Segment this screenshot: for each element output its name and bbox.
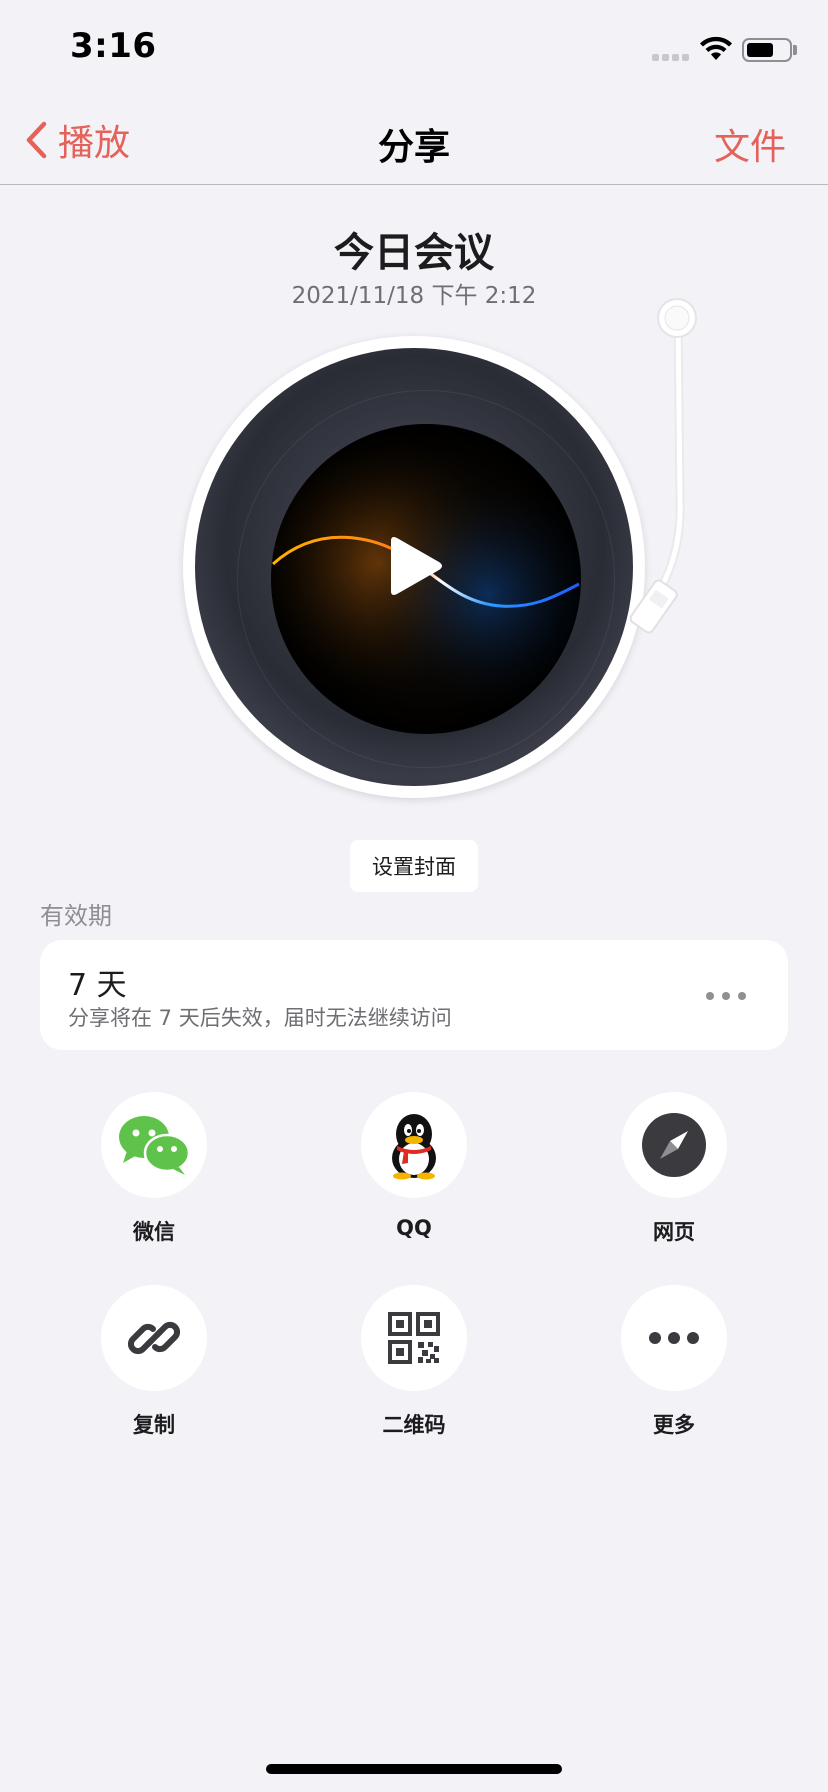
play-icon[interactable] xyxy=(385,535,445,597)
page-title: 分享 xyxy=(377,127,450,168)
share-qq[interactable]: QQ xyxy=(334,1092,494,1252)
battery-cap xyxy=(793,45,797,55)
status-time: 3:16 xyxy=(70,26,157,66)
recording-title: 今日会议 xyxy=(334,230,494,276)
share-label: 二维码 xyxy=(382,1413,446,1437)
link-icon xyxy=(101,1285,207,1391)
more-icon xyxy=(621,1285,727,1391)
compass-icon xyxy=(621,1092,727,1198)
wifi-icon xyxy=(700,36,732,60)
wechat-icon xyxy=(101,1092,207,1198)
expiry-card[interactable]: 7 天 分享将在 7 天后失效，届时无法继续访问 xyxy=(40,940,788,1050)
qq-icon xyxy=(361,1092,467,1198)
share-label: 网页 xyxy=(653,1220,695,1244)
cellular-signal-icon xyxy=(652,54,689,61)
share-label: 微信 xyxy=(133,1220,175,1244)
more-options-icon[interactable] xyxy=(706,992,746,1000)
share-label: 复制 xyxy=(133,1413,175,1437)
share-copy-link[interactable]: 复制 xyxy=(74,1285,234,1445)
expiry-section-label: 有效期 xyxy=(40,902,112,930)
share-label: 更多 xyxy=(653,1413,695,1437)
navigation-bar: 播放 分享 文件 xyxy=(0,96,828,185)
set-cover-button[interactable]: 设置封面 xyxy=(350,840,478,892)
share-label: QQ xyxy=(396,1216,432,1240)
battery-icon xyxy=(742,38,792,62)
qr-code-icon xyxy=(361,1285,467,1391)
files-button[interactable]: 文件 xyxy=(714,118,786,170)
share-wechat[interactable]: 微信 xyxy=(74,1092,234,1252)
expiry-value: 7 天 xyxy=(68,968,127,1003)
tonearm-icon xyxy=(629,298,697,634)
share-qr-code[interactable]: 二维码 xyxy=(334,1285,494,1445)
home-indicator[interactable] xyxy=(266,1764,562,1774)
expiry-description: 分享将在 7 天后失效，届时无法继续访问 xyxy=(68,1006,452,1030)
share-more[interactable]: 更多 xyxy=(594,1285,754,1445)
share-webpage[interactable]: 网页 xyxy=(594,1092,754,1252)
status-bar: 3:16 xyxy=(0,0,828,96)
